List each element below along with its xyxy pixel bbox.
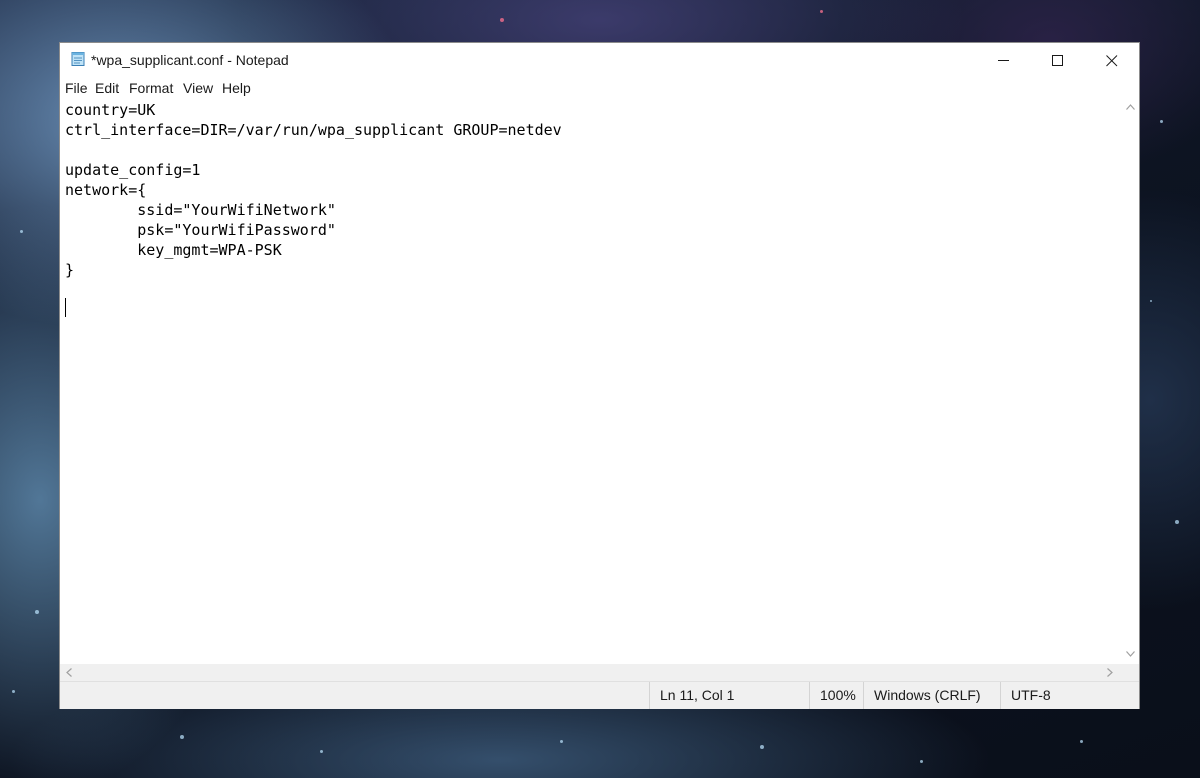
menu-file[interactable]: File [65, 80, 88, 96]
notepad-icon [70, 51, 86, 67]
wallpaper-speck [12, 690, 15, 693]
vertical-scrollbar[interactable] [1122, 99, 1139, 664]
wallpaper-speck [920, 760, 923, 763]
editor-line: network={ [65, 181, 147, 199]
wallpaper-speck [1160, 120, 1163, 123]
status-line-ending: Windows (CRLF) [863, 682, 1000, 709]
status-encoding: UTF-8 [1000, 682, 1139, 709]
title-bar[interactable]: *wpa_supplicant.conf - Notepad [60, 43, 1139, 77]
editor-line: ssid="YourWifiNetwork" [65, 201, 336, 219]
wallpaper-speck [180, 735, 184, 739]
menu-help[interactable]: Help [222, 80, 251, 96]
menu-view[interactable]: View [183, 80, 213, 96]
maximize-button[interactable] [1031, 43, 1085, 77]
wallpaper-speck [35, 610, 39, 614]
minimize-button[interactable] [977, 43, 1031, 77]
text-editor[interactable]: country=UK ctrl_interface=DIR=/var/run/w… [60, 99, 1122, 664]
status-zoom: 100% [809, 682, 863, 709]
editor-line: } [65, 261, 75, 279]
close-icon [1106, 55, 1118, 67]
menu-bar: File Edit Format View Help [60, 77, 1139, 99]
chevron-up-icon[interactable] [1126, 104, 1135, 110]
minimize-icon [998, 60, 1009, 61]
menu-edit[interactable]: Edit [95, 80, 119, 96]
editor-line: key_mgmt=WPA-PSK [65, 241, 282, 259]
editor-line: ctrl_interface=DIR=/var/run/wpa_supplica… [65, 121, 562, 139]
horizontal-scrollbar[interactable] [60, 664, 1122, 681]
status-bar: Ln 11, Col 1 100% Windows (CRLF) UTF-8 [60, 681, 1139, 709]
wallpaper-speck [1080, 740, 1083, 743]
maximize-icon [1052, 55, 1063, 66]
wallpaper-speck [20, 230, 23, 233]
wallpaper-speck [1150, 300, 1152, 302]
wallpaper-speck [500, 18, 504, 22]
window-title: *wpa_supplicant.conf - Notepad [91, 52, 289, 68]
editor-line: psk="YourWifiPassword" [65, 221, 336, 239]
wallpaper-speck [1175, 520, 1179, 524]
status-cursor-position: Ln 11, Col 1 [649, 682, 809, 709]
wallpaper-speck [820, 10, 823, 13]
editor-line: country=UK [65, 101, 156, 119]
chevron-left-icon[interactable] [66, 668, 72, 677]
close-button[interactable] [1085, 43, 1139, 77]
text-caret [65, 298, 66, 317]
editor-line: update_config=1 [65, 161, 201, 179]
wallpaper-speck [320, 750, 323, 753]
wallpaper-speck [760, 745, 764, 749]
notepad-window: *wpa_supplicant.conf - Notepad File Edit… [59, 42, 1140, 709]
wallpaper-speck [560, 740, 563, 743]
chevron-right-icon[interactable] [1107, 668, 1113, 677]
menu-format[interactable]: Format [129, 80, 173, 96]
chevron-down-icon[interactable] [1126, 651, 1135, 657]
scrollbar-corner [1122, 664, 1139, 681]
